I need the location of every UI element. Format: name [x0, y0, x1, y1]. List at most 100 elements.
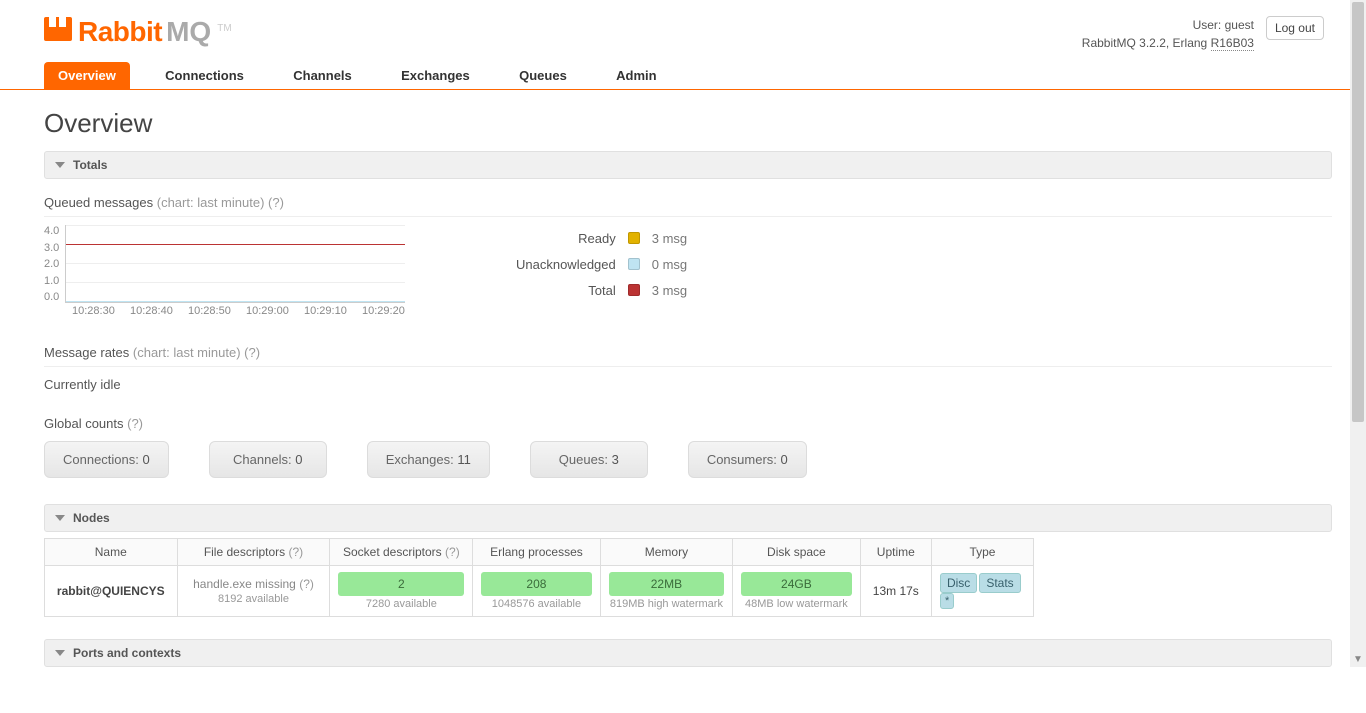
version-number: 3.2.2, [1139, 36, 1169, 50]
section-totals-label: Totals [73, 158, 107, 172]
socket-main: 2 [338, 572, 464, 596]
table-row: rabbit@QUIENCYS handle.exe missing (?) 8… [45, 566, 1034, 617]
node-type-cell: DiscStats * [931, 566, 1033, 617]
tab-exchanges[interactable]: Exchanges [387, 62, 484, 89]
rates-idle-text: Currently idle [44, 377, 1332, 392]
rabbitmq-logo-icon [44, 17, 72, 41]
count-label: Consumers: [707, 452, 777, 467]
erlang-sub: 1048576 available [481, 598, 591, 610]
series-unack-line [66, 301, 405, 302]
count-connections[interactable]: Connections: 0 [44, 441, 169, 478]
count-label: Channels: [233, 452, 292, 467]
nodes-table: Name File descriptors (?) Socket descrip… [44, 538, 1034, 617]
legend-total-swatch [628, 284, 640, 296]
th-socket: Socket descriptors (?) [330, 539, 473, 566]
queued-help-icon[interactable]: (?) [268, 195, 284, 210]
count-channels[interactable]: Channels: 0 [209, 441, 327, 478]
count-value: 0 [143, 452, 150, 467]
type-stats-badge[interactable]: Stats [979, 573, 1020, 593]
node-name-cell[interactable]: rabbit@QUIENCYS [45, 566, 178, 617]
legend-ready-swatch [628, 232, 640, 244]
node-uptime-cell: 13m 17s [860, 566, 931, 617]
legend-unack-label: Unacknowledged [516, 257, 616, 272]
section-ports-label: Ports and contexts [73, 646, 181, 660]
count-value: 3 [612, 452, 619, 467]
global-counts-row: Connections: 0 Channels: 0 Exchanges: 11… [44, 441, 1332, 478]
count-queues[interactable]: Queues: 3 [530, 441, 648, 478]
user-name: guest [1225, 18, 1254, 32]
rates-title: Message rates [44, 345, 129, 360]
th-type: Type [931, 539, 1033, 566]
count-value: 0 [781, 452, 788, 467]
nav-tabs: Overview Connections Channels Exchanges … [0, 62, 1352, 90]
count-value: 11 [457, 452, 471, 467]
type-star-badge[interactable]: * [940, 593, 954, 609]
fd-row-help-icon[interactable]: (?) [299, 577, 314, 591]
table-header-row: Name File descriptors (?) Socket descrip… [45, 539, 1034, 566]
fd-help-icon[interactable]: (?) [289, 545, 304, 559]
header-meta: User: guest RabbitMQ 3.2.2, Erlang R16B0… [1082, 16, 1254, 52]
tab-queues[interactable]: Queues [505, 62, 581, 89]
logo-text-1: Rabbit [78, 16, 162, 48]
th-erlang: Erlang processes [473, 539, 600, 566]
socket-sub: 7280 available [338, 598, 464, 610]
global-counts-heading: Global counts (?) [44, 406, 1332, 431]
scroll-down-icon[interactable]: ▼ [1350, 651, 1366, 667]
scrollbar-thumb[interactable] [1352, 2, 1364, 422]
ytick: 4.0 [44, 225, 59, 237]
socket-help-icon[interactable]: (?) [445, 545, 460, 559]
erlang-label: Erlang [1173, 36, 1208, 50]
legend-total-label: Total [588, 283, 615, 298]
section-nodes-label: Nodes [73, 511, 110, 525]
xtick: 10:29:10 [304, 305, 358, 317]
count-exchanges[interactable]: Exchanges: 11 [367, 441, 490, 478]
count-value: 0 [295, 452, 302, 467]
count-label: Queues: [559, 452, 608, 467]
ytick: 1.0 [44, 275, 59, 287]
chevron-down-icon [55, 162, 65, 168]
vertical-scrollbar[interactable]: ▼ [1350, 0, 1366, 667]
disk-sub: 48MB low watermark [741, 598, 851, 610]
node-disk-cell: 24GB 48MB low watermark [733, 566, 860, 617]
logo-tm: TM [217, 23, 231, 34]
section-ports-toggle[interactable]: Ports and contexts [44, 639, 1332, 667]
xtick: 10:29:00 [246, 305, 300, 317]
xtick: 10:28:40 [130, 305, 184, 317]
chevron-down-icon [55, 515, 65, 521]
node-socket-cell: 2 7280 available [330, 566, 473, 617]
memory-sub: 819MB high watermark [609, 598, 725, 610]
chart-plot-area [65, 225, 405, 303]
th-memory: Memory [600, 539, 733, 566]
chevron-down-icon [55, 650, 65, 656]
rates-hint: (chart: last minute) [133, 345, 241, 360]
logout-button[interactable]: Log out [1266, 16, 1324, 40]
rates-help-icon[interactable]: (?) [244, 345, 260, 360]
global-counts-title: Global counts [44, 416, 124, 431]
tab-overview[interactable]: Overview [44, 62, 130, 89]
message-rates-heading: Message rates (chart: last minute) (?) [44, 335, 1332, 367]
memory-main: 22MB [609, 572, 725, 596]
count-consumers[interactable]: Consumers: 0 [688, 441, 807, 478]
ytick: 2.0 [44, 258, 59, 270]
tab-channels[interactable]: Channels [279, 62, 366, 89]
count-label: Connections: [63, 452, 139, 467]
th-fd: File descriptors (?) [177, 539, 330, 566]
section-totals-toggle[interactable]: Totals [44, 151, 1332, 179]
section-nodes-toggle[interactable]: Nodes [44, 504, 1332, 532]
queued-chart: 4.0 3.0 2.0 1.0 0.0 [44, 225, 416, 317]
node-fd-cell: handle.exe missing (?) 8192 available [177, 566, 330, 617]
xtick: 10:28:30 [72, 305, 126, 317]
chart-x-axis: 10:28:30 10:28:40 10:28:50 10:29:00 10:2… [72, 305, 416, 317]
global-counts-help-icon[interactable]: (?) [127, 416, 143, 431]
erlang-version[interactable]: R16B03 [1211, 36, 1254, 51]
page-title: Overview [44, 108, 1332, 139]
logo-text-2: MQ [166, 16, 211, 48]
tab-connections[interactable]: Connections [151, 62, 258, 89]
type-disc-badge[interactable]: Disc [940, 573, 977, 593]
legend-ready-label: Ready [578, 231, 616, 246]
logo[interactable]: RabbitMQ TM [44, 16, 232, 48]
tab-admin[interactable]: Admin [602, 62, 670, 89]
th-name: Name [45, 539, 178, 566]
queued-hint: (chart: last minute) [157, 195, 265, 210]
node-erlang-cell: 208 1048576 available [473, 566, 600, 617]
